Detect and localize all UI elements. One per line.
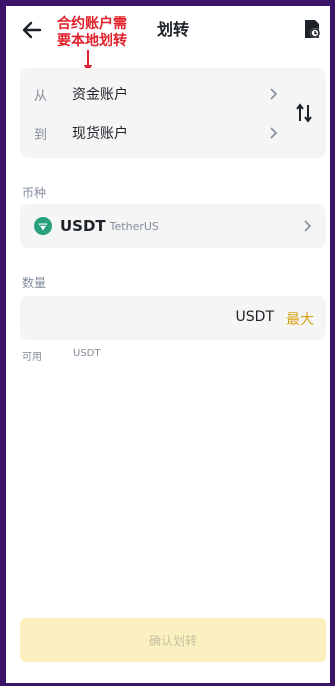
confirm-transfer-button[interactable]: 确认划转: [20, 618, 326, 662]
coin-selector[interactable]: USDT TetherUS: [20, 204, 326, 248]
quantity-field: USDT 最大: [20, 296, 326, 340]
chevron-right-icon: [304, 220, 312, 232]
tether-icon: [34, 217, 52, 235]
to-account-value: 现货账户: [72, 126, 128, 142]
to-label: 到: [34, 127, 48, 143]
transfer-history-icon[interactable]: [302, 18, 322, 40]
coin-symbol: USDT: [60, 217, 106, 235]
quantity-input[interactable]: [32, 304, 216, 334]
max-button[interactable]: 最大: [286, 309, 314, 329]
transfer-accounts-card: 从 资金账户 到 现货账户: [20, 68, 326, 158]
from-account-value: 资金账户: [72, 87, 128, 103]
chevron-right-icon: [270, 127, 278, 139]
from-label: 从: [34, 88, 48, 104]
coin-full-name: TetherUS: [109, 219, 159, 233]
annotation-line-2: 要本地划转: [57, 33, 127, 49]
available-label: 可用: [22, 352, 42, 363]
chevron-right-icon: [270, 88, 278, 100]
quantity-unit: USDT: [235, 309, 274, 325]
available-unit: USDT: [73, 348, 101, 359]
coin-section-label: 币种: [22, 186, 47, 200]
from-account-selector[interactable]: 从 资金账户: [20, 80, 282, 108]
swap-accounts-icon[interactable]: [296, 103, 312, 123]
quantity-section-label: 数量: [22, 276, 47, 290]
to-account-selector[interactable]: 到 现货账户: [20, 119, 282, 147]
annotation-line-1: 合约账户需: [57, 16, 127, 32]
annotation-text: 合约账户需 要本地划转: [46, 16, 138, 50]
transfer-screen: 划转 合约账户需 要本地划转 从 资金账户 到 现货账户 币种 USDT Tet…: [6, 6, 330, 683]
